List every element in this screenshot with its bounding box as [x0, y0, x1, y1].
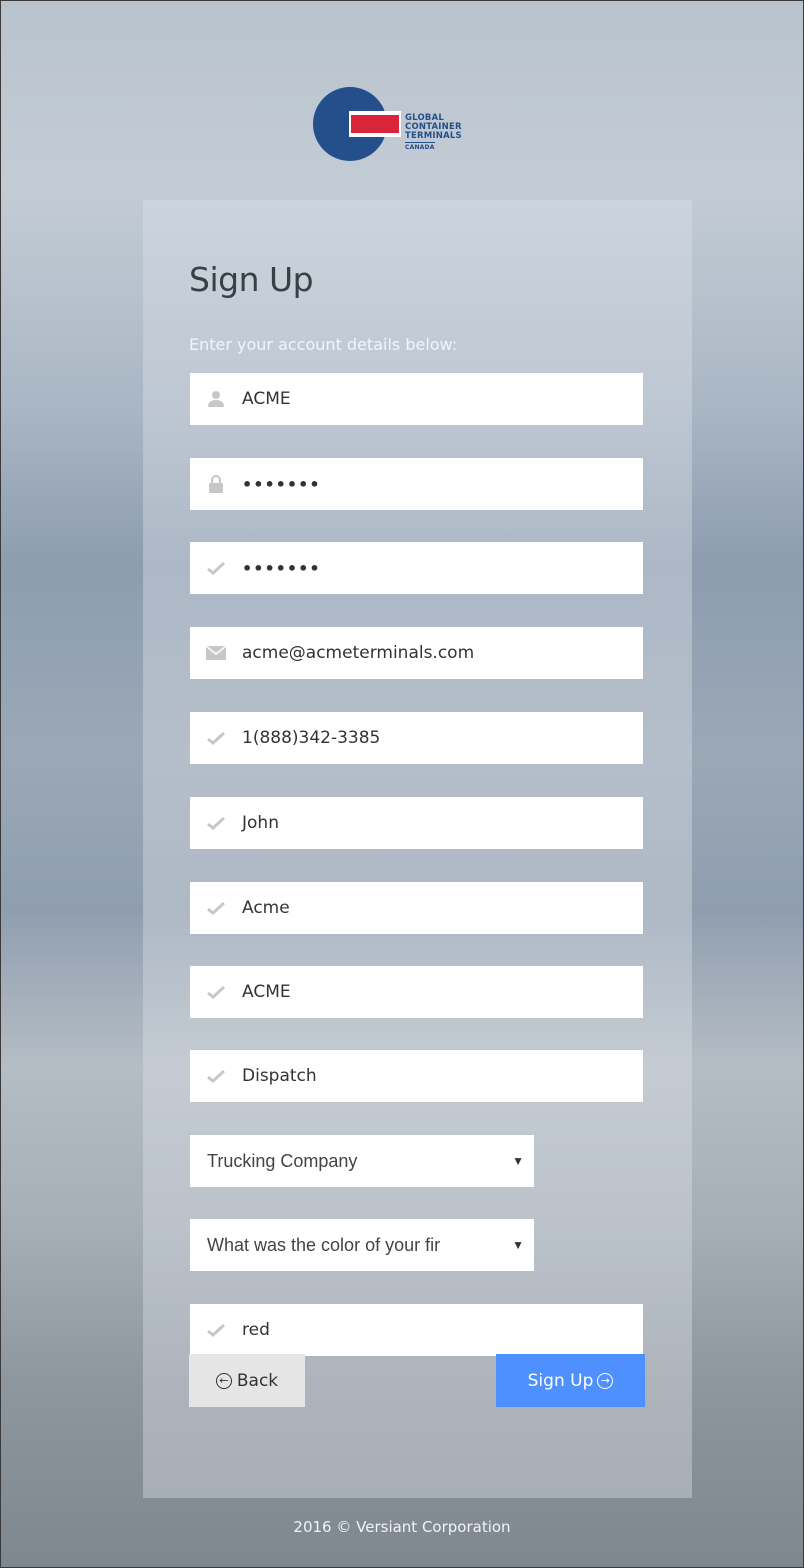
confirm-password-field[interactable]: ••••••• — [190, 542, 643, 594]
check-icon — [190, 882, 242, 934]
check-icon — [190, 1050, 242, 1102]
email-field[interactable]: acme@acmeterminals.com — [190, 627, 643, 679]
field-value: 1(888)342-3385 — [242, 728, 381, 748]
field-value: Acme — [242, 898, 290, 918]
first-name-field[interactable]: John — [190, 797, 643, 849]
arrow-right-circle-icon: → — [597, 1372, 614, 1389]
form-subtitle: Enter your account details below: — [189, 335, 458, 354]
check-icon — [190, 797, 242, 849]
field-value: ACME — [242, 982, 291, 1002]
company-type-select[interactable]: Trucking Company ▼ — [190, 1135, 534, 1187]
user-icon — [190, 373, 242, 425]
username-field[interactable]: ACME — [190, 373, 643, 425]
arrow-left-circle-icon: ← — [215, 1372, 232, 1389]
logo-text: GLOBAL CONTAINER TERMINALS CANADA — [405, 114, 462, 152]
logo-mark-icon — [313, 87, 401, 161]
security-answer-field[interactable]: red — [190, 1304, 643, 1356]
page-title: Sign Up — [189, 260, 314, 299]
last-name-field[interactable]: Acme — [190, 882, 643, 934]
caret-down-icon: ▼ — [512, 1154, 524, 1168]
check-icon — [190, 542, 242, 594]
department-field[interactable]: Dispatch — [190, 1050, 643, 1102]
caret-down-icon: ▼ — [512, 1238, 524, 1252]
logo-sub: CANADA — [405, 142, 435, 151]
lock-icon — [190, 458, 242, 510]
sign-up-button-label: Sign Up — [527, 1370, 594, 1391]
back-button[interactable]: ← Back — [189, 1354, 305, 1407]
select-value: Trucking Company — [207, 1150, 358, 1171]
field-value: Dispatch — [242, 1066, 317, 1086]
field-value: red — [242, 1320, 270, 1340]
field-value: acme@acmeterminals.com — [242, 643, 475, 663]
security-question-select[interactable]: What was the color of your fir ▼ — [190, 1219, 534, 1271]
field-value: John — [242, 813, 279, 833]
logo-line: TERMINALS — [405, 131, 462, 141]
envelope-icon — [190, 627, 242, 679]
company-field[interactable]: ACME — [190, 966, 643, 1018]
select-value: What was the color of your fir — [207, 1234, 441, 1255]
back-button-label: Back — [236, 1370, 279, 1391]
field-value: ••••••• — [242, 474, 321, 494]
field-value: ACME — [242, 389, 291, 409]
check-icon — [190, 1304, 242, 1356]
phone-field[interactable]: 1(888)342-3385 — [190, 712, 643, 764]
signup-card: Sign Up Enter your account details below… — [143, 200, 692, 1498]
logo: GLOBAL CONTAINER TERMINALS CANADA — [311, 84, 501, 164]
password-field[interactable]: ••••••• — [190, 458, 643, 510]
sign-up-button[interactable]: Sign Up → — [496, 1354, 645, 1407]
check-icon — [190, 712, 242, 764]
footer-copyright: 2016 © Versiant Corporation — [293, 1518, 511, 1536]
field-value: ••••••• — [242, 558, 321, 578]
check-icon — [190, 966, 242, 1018]
